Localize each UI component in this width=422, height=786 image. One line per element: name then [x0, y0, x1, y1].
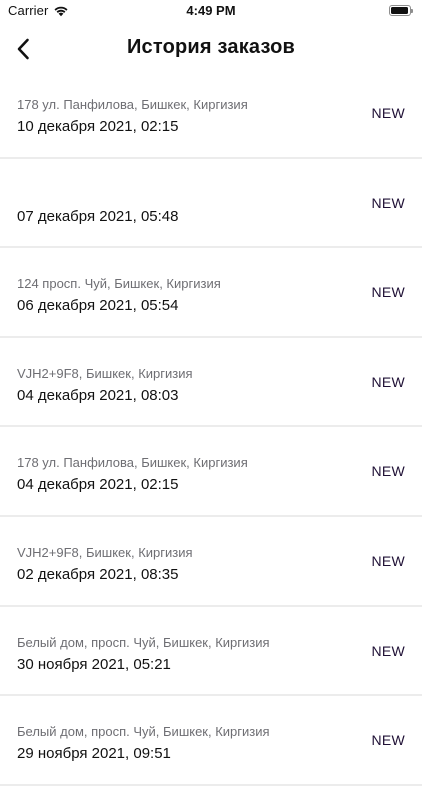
order-address: 124 просп. Чуй, Бишкек, Киргизия	[17, 276, 221, 292]
status-time: 4:49 PM	[186, 3, 236, 18]
order-address: 178 ул. Панфилова, Бишкек, Киргизия	[17, 455, 248, 471]
order-status: NEW	[371, 732, 405, 749]
order-date: 04 декабря 2021, 02:15	[17, 476, 179, 494]
order-status: NEW	[371, 105, 405, 121]
order-date: 07 декабря 2021, 05:48	[17, 207, 179, 225]
order-address: Белый дом, просп. Чуй, Бишкек, Киргизия	[17, 634, 270, 650]
order-status: NEW	[371, 642, 405, 659]
status-bar: Carrier 4:49 PM	[0, 0, 422, 24]
order-status: NEW	[371, 552, 405, 569]
order-status: NEW	[371, 194, 405, 211]
order-date: 06 декабря 2021, 05:54	[17, 297, 179, 315]
order-row[interactable]: 178 ул. Панфилова, Бишкек, Киргизия 10 д…	[0, 69, 422, 159]
order-address: VJH2+9F8, Бишкек, Киргизия	[17, 544, 193, 560]
order-status: NEW	[371, 284, 405, 301]
order-address: 178 ул. Панфилова, Бишкек, Киргизия	[17, 97, 248, 112]
order-row[interactable]: VJH2+9F8, Бишкек, Киргизия 02 декабря 20…	[0, 517, 422, 607]
order-status: NEW	[371, 463, 405, 480]
battery-icon	[389, 5, 413, 16]
order-row[interactable]: Белый дом, просп. Чуй, Бишкек, Киргизия …	[0, 607, 422, 697]
order-address: Белый дом, просп. Чуй, Бишкек, Киргизия	[17, 724, 270, 740]
order-row[interactable]: 178 ул. Панфилова, Бишкек, Киргизия 04 д…	[0, 427, 422, 517]
order-address: VJH2+9F8, Бишкек, Киргизия	[17, 365, 193, 381]
order-row[interactable]: 07 декабря 2021, 05:48 NEW	[0, 159, 422, 249]
page-title: История заказов	[126, 36, 296, 58]
order-list: 178 ул. Панфилова, Бишкек, Киргизия 10 д…	[0, 69, 422, 786]
order-date: 02 декабря 2021, 08:35	[17, 565, 179, 583]
order-date: 04 декабря 2021, 08:03	[17, 386, 179, 404]
order-status: NEW	[371, 373, 405, 390]
order-date: 10 декабря 2021, 02:15	[17, 118, 179, 135]
order-date: 29 ноября 2021, 09:51	[17, 745, 171, 763]
order-row[interactable]: Белый дом, просп. Чуй, Бишкек, Киргизия …	[0, 696, 422, 786]
order-date: 30 ноября 2021, 05:21	[17, 655, 171, 673]
order-row[interactable]: VJH2+9F8, Бишкек, Киргизия 04 декабря 20…	[0, 338, 422, 428]
order-row[interactable]: 124 просп. Чуй, Бишкек, Киргизия 06 дека…	[0, 248, 422, 338]
